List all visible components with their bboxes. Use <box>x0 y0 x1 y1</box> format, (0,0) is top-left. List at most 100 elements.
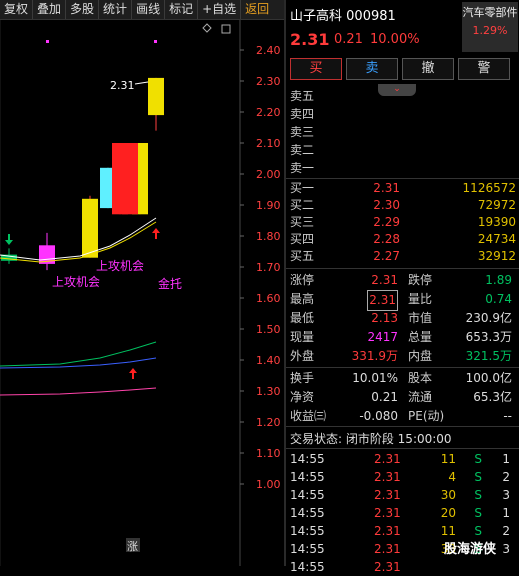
toolbar-item-1[interactable]: 叠加 <box>33 0 67 19</box>
tick-time: 14:55 <box>290 452 325 466</box>
ask-row[interactable]: 卖一 <box>290 160 516 177</box>
y-label: 1.30 <box>256 385 281 398</box>
stat-row: 换手 10.01% 股本 100.0亿 <box>290 369 516 388</box>
y-label: 1.70 <box>256 261 281 274</box>
cancel-button[interactable]: 撤 <box>402 58 454 80</box>
price-leader <box>134 81 149 85</box>
bid-row[interactable]: 买三 2.29 19390 <box>290 214 516 231</box>
stat-value: 321.5万 <box>465 349 512 363</box>
stat-label: PE(动) <box>408 409 445 423</box>
kline-chart[interactable]: 2.40 2.30 2.20 2.10 2.00 1.90 1.80 1.70 1.60 1.50… <box>0 20 284 566</box>
bid-volume: 1126572 <box>462 181 516 195</box>
ask-row[interactable]: 卖二 <box>290 142 516 159</box>
stat-row: 最高 2.31 量比 0.74 <box>290 290 516 311</box>
tick-volume: 4 <box>448 470 456 484</box>
y-label: 2.10 <box>256 137 281 150</box>
ask-label: 卖五 <box>290 89 315 103</box>
bid-row[interactable]: 买五 2.27 32912 <box>290 248 516 265</box>
square-icon[interactable] <box>221 24 231 34</box>
tick-volume: 30 <box>440 488 456 502</box>
toolbar-item-7[interactable]: 返回 <box>241 0 273 19</box>
bid-label: 买四 <box>290 232 315 246</box>
tick-count: 2 <box>502 524 510 538</box>
ask-price <box>350 88 400 105</box>
stat-value: 653.3万 <box>465 330 512 344</box>
tick-price: 2.31 <box>374 560 401 574</box>
toolbar-item-4[interactable]: 画线 <box>132 0 166 19</box>
stat-label: 总量 <box>408 330 433 344</box>
ask-price <box>350 106 400 123</box>
ma-line-white <box>0 217 157 261</box>
diamond-icon[interactable] <box>202 23 212 33</box>
sell-button[interactable]: 卖 <box>346 58 398 80</box>
y-label: 1.90 <box>256 199 281 212</box>
divider <box>286 448 519 449</box>
bid-volume: 32912 <box>477 249 516 263</box>
stock-code: 000981 <box>346 9 396 24</box>
toolbar-item-0[interactable]: 复权 <box>0 0 34 19</box>
tick-row[interactable]: 14:55 2.31 <box>290 558 516 576</box>
ask-row[interactable]: 卖五 <box>290 88 516 105</box>
stat-value: 2.31 <box>367 290 398 311</box>
tick-price: 2.31 <box>374 470 401 484</box>
buy-button[interactable]: 买 <box>290 58 342 80</box>
toolbar-item-5[interactable]: 标记 <box>165 0 199 19</box>
toolbar: 复权 叠加 多股 统计 画线 标记 +自选 返回 <box>0 0 284 20</box>
sector-box[interactable]: 汽车零部件 1.29% <box>462 2 518 52</box>
stat-value: 2417 <box>367 330 398 344</box>
ask-price <box>350 142 400 159</box>
bid-price: 2.30 <box>373 198 400 212</box>
ask-volume <box>400 106 516 123</box>
bid-label: 买五 <box>290 249 315 263</box>
stat-value: -- <box>503 409 512 423</box>
down-arrow-icon <box>5 234 13 245</box>
toolbar-item-6[interactable]: +自选 <box>198 0 242 19</box>
stat-label: 市值 <box>408 311 433 325</box>
annotation-text: 上攻机会 <box>52 275 100 289</box>
ask-label: 卖一 <box>290 161 315 175</box>
y-label: 1.80 <box>256 230 281 243</box>
tick-price: 2.31 <box>374 452 401 466</box>
stat-value: 331.9万 <box>351 349 398 363</box>
tick-time: 14:55 <box>290 470 325 484</box>
ask-row[interactable]: 卖四 <box>290 106 516 123</box>
alert-button[interactable]: 警 <box>458 58 510 80</box>
ask-row[interactable]: 卖三 <box>290 124 516 141</box>
tick-row[interactable]: 14:55 2.31 11 S 1 <box>290 450 516 468</box>
annotation-text: 上攻机会 <box>96 259 144 273</box>
y-label: 1.50 <box>256 323 281 336</box>
stat-label: 现量 <box>290 330 315 344</box>
y-label: 1.60 <box>256 292 281 305</box>
marker-dot <box>46 40 49 43</box>
ask-label: 卖二 <box>290 143 315 157</box>
stat-label: 收益㈢ <box>290 409 327 423</box>
y-label: 2.00 <box>256 168 281 181</box>
bid-row[interactable]: 买四 2.28 24734 <box>290 231 516 248</box>
bid-row[interactable]: 买二 2.30 72972 <box>290 197 516 214</box>
stat-row: 外盘 331.9万 内盘 321.5万 <box>290 347 516 366</box>
tick-count: 1 <box>502 506 510 520</box>
stat-row: 收益㈢ -0.080 PE(动) -- <box>290 407 516 426</box>
tick-row[interactable]: 14:55 2.31 4 S 2 <box>290 468 516 486</box>
tick-price: 2.31 <box>374 506 401 520</box>
marker-dot <box>154 40 157 43</box>
tick-time: 14:55 <box>290 488 325 502</box>
tick-price: 2.31 <box>374 542 401 556</box>
stat-label: 最高 <box>290 292 315 306</box>
stat-value: 2.31 <box>371 273 398 287</box>
tick-volume: 20 <box>440 506 456 520</box>
toolbar-item-2[interactable]: 多股 <box>66 0 100 19</box>
stat-label: 涨停 <box>290 273 315 287</box>
tick-row[interactable]: 14:55 2.31 20 S 1 <box>290 504 516 522</box>
ma-line-green <box>0 341 157 367</box>
stat-value: 1.89 <box>485 273 512 287</box>
toolbar-item-3[interactable]: 统计 <box>99 0 133 19</box>
ask-label: 卖三 <box>290 125 315 139</box>
tick-count: 3 <box>502 542 510 556</box>
bid-row[interactable]: 买一 2.31 1126572 <box>290 180 516 197</box>
tick-row[interactable]: 14:55 2.31 30 S 3 <box>290 486 516 504</box>
tick-time: 14:55 <box>290 506 325 520</box>
bid-price: 2.27 <box>373 249 400 263</box>
ask-volume <box>400 142 516 159</box>
y-label: 1.00 <box>256 478 281 491</box>
